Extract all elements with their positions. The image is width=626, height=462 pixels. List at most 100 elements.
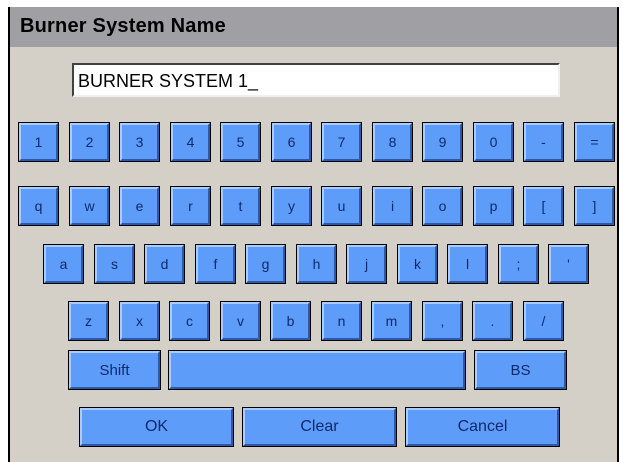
key-w-label: w (84, 198, 95, 214)
key-a[interactable]: a (43, 244, 84, 284)
key-a-label: a (59, 256, 68, 272)
key-7[interactable]: 7 (321, 122, 362, 162)
key-y[interactable]: y (271, 186, 312, 226)
key-5[interactable]: 5 (220, 122, 261, 162)
key-comma-label: , (440, 313, 445, 329)
key-1-label: 1 (34, 134, 43, 150)
key-v-label: v (237, 313, 244, 329)
key-semicolon-label: ; (516, 256, 521, 272)
key-s-label: s (111, 256, 118, 272)
key-0-label: 0 (489, 134, 498, 150)
key-e[interactable]: e (119, 186, 160, 226)
key-6[interactable]: 6 (271, 122, 312, 162)
cancel-button-label: Cancel (457, 418, 508, 435)
key-semicolon[interactable]: ; (498, 244, 539, 284)
key-j-label: j (364, 256, 369, 272)
key-8-label: 8 (388, 134, 397, 150)
key-comma[interactable]: , (422, 301, 463, 341)
key-apostrophe-label: ' (567, 256, 570, 272)
key-left-bracket-label: [ (541, 198, 546, 214)
key-d[interactable]: d (144, 244, 185, 284)
key-q-label: q (34, 198, 43, 214)
shift-key-label: Shift (99, 361, 130, 379)
cancel-button[interactable]: Cancel (405, 407, 560, 447)
key-c-label: c (186, 313, 193, 329)
key-z[interactable]: z (68, 301, 109, 341)
key-b[interactable]: b (270, 301, 311, 341)
key-3[interactable]: 3 (119, 122, 160, 162)
key-0[interactable]: 0 (473, 122, 514, 162)
key-z-label: z (85, 313, 92, 329)
key-period[interactable]: . (472, 301, 513, 341)
key-v[interactable]: v (220, 301, 261, 341)
key-6-label: 6 (287, 134, 296, 150)
key-b-label: b (286, 313, 295, 329)
clear-button-label: Clear (300, 418, 339, 435)
burner-system-name-dialog: Burner System Name BURNER SYSTEM 1_ 1 2 3 4… (8, 7, 619, 462)
key-x[interactable]: x (119, 301, 160, 341)
key-left-bracket[interactable]: [ (523, 186, 564, 226)
key-n-label: n (337, 313, 346, 329)
key-4-label: 4 (186, 134, 195, 150)
key-apostrophe[interactable]: ' (548, 244, 589, 284)
key-t[interactable]: t (220, 186, 261, 226)
key-g-label: g (261, 256, 270, 272)
key-u-label: u (337, 198, 346, 214)
ok-button[interactable]: OK (79, 407, 234, 447)
key-right-bracket[interactable]: ] (574, 186, 615, 226)
key-9[interactable]: 9 (422, 122, 463, 162)
key-period-label: . (490, 313, 495, 329)
key-n[interactable]: n (321, 301, 362, 341)
key-y-label: y (288, 198, 295, 214)
key-s[interactable]: s (94, 244, 135, 284)
ok-button-label: OK (144, 418, 169, 435)
key-u[interactable]: u (321, 186, 362, 226)
key-8[interactable]: 8 (372, 122, 413, 162)
key-9-label: 9 (438, 134, 447, 150)
key-7-label: 7 (337, 134, 346, 150)
key-w[interactable]: w (69, 186, 110, 226)
space-key[interactable] (168, 350, 466, 390)
key-k-label: k (414, 256, 421, 272)
key-equals[interactable]: = (574, 122, 615, 162)
key-t-label: t (238, 198, 243, 214)
key-c[interactable]: c (169, 301, 210, 341)
key-i-label: i (390, 198, 395, 214)
key-o[interactable]: o (422, 186, 463, 226)
key-h-label: h (312, 256, 321, 272)
key-equals-label: = (590, 134, 599, 150)
key-slash-label: / (541, 313, 546, 329)
clear-button[interactable]: Clear (242, 407, 397, 447)
shift-key[interactable]: Shift (68, 350, 161, 390)
key-j[interactable]: j (346, 244, 387, 284)
key-3-label: 3 (135, 134, 144, 150)
key-m-label: m (385, 313, 398, 329)
key-k[interactable]: k (397, 244, 438, 284)
key-2-label: 2 (85, 134, 94, 150)
system-name-input[interactable]: BURNER SYSTEM 1_ (72, 63, 560, 97)
key-e-label: e (135, 198, 144, 214)
key-m[interactable]: m (371, 301, 412, 341)
key-x-label: x (136, 313, 143, 329)
key-l[interactable]: l (447, 244, 488, 284)
key-l-label: l (465, 256, 470, 272)
key-q[interactable]: q (18, 186, 59, 226)
key-p-label: p (489, 198, 498, 214)
key-4[interactable]: 4 (170, 122, 211, 162)
key-r-label: r (188, 198, 193, 214)
key-slash[interactable]: / (523, 301, 564, 341)
key-1[interactable]: 1 (18, 122, 59, 162)
key-f[interactable]: f (195, 244, 236, 284)
key-5-label: 5 (236, 134, 245, 150)
key-h[interactable]: h (296, 244, 337, 284)
title-bar: Burner System Name (10, 7, 617, 47)
key-o-label: o (438, 198, 447, 214)
backspace-key-label: BS (510, 361, 531, 379)
key-r[interactable]: r (170, 186, 211, 226)
key-i[interactable]: i (372, 186, 413, 226)
key-2[interactable]: 2 (69, 122, 110, 162)
key-minus[interactable]: - (523, 122, 564, 162)
backspace-key[interactable]: BS (474, 350, 567, 390)
key-g[interactable]: g (245, 244, 286, 284)
key-p[interactable]: p (473, 186, 514, 226)
